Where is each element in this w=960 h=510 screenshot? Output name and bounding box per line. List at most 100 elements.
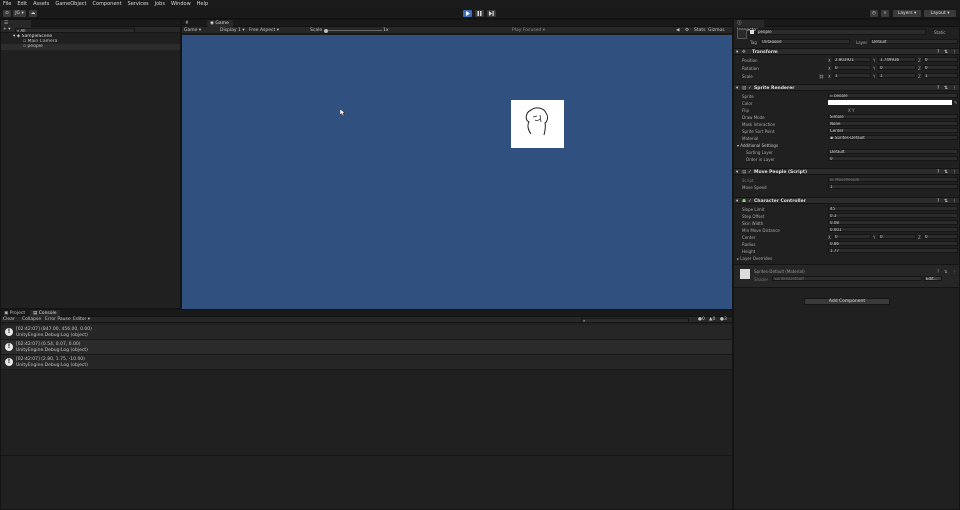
sprite-field[interactable]: ▫ people (828, 93, 958, 98)
mask-interaction-dropdown[interactable]: None (828, 121, 958, 126)
shader-edit-button[interactable]: Edit... (924, 276, 942, 281)
more-icon[interactable]: ⋮ (952, 169, 957, 176)
more-icon[interactable]: ⋮ (952, 49, 957, 56)
additional-settings-foldout[interactable]: ▾ Additional Settings (737, 143, 778, 148)
eyedropper-icon[interactable]: ✎ (954, 100, 957, 105)
pause-button[interactable] (475, 10, 484, 17)
center-x-field[interactable]: 0 (833, 234, 871, 239)
hierarchy-item-people[interactable]: ▫ people (1, 44, 180, 50)
hierarchy-add-button[interactable]: + ▾ (3, 27, 10, 33)
active-checkbox[interactable] (750, 30, 754, 34)
move-people-header[interactable]: ▾ ▤ ✓ Move People (Script) ? ⇅ ⋮ (734, 168, 959, 175)
history-button[interactable]: ◷ (870, 10, 878, 17)
more-icon[interactable]: ⋮ (952, 269, 956, 274)
enabled-checkbox[interactable]: ✓ (748, 85, 752, 92)
rotation-z-field[interactable]: 0 (923, 65, 958, 70)
layer-overrides-foldout[interactable]: ▸ Layer Overrides (737, 256, 772, 261)
material-field[interactable]: ◉ Sprites-Default (828, 135, 958, 140)
game-mode-dropdown[interactable]: Game ▾ (184, 27, 201, 34)
warning-count[interactable]: ▲0 (709, 317, 715, 323)
sorting-layer-dropdown[interactable]: Default (828, 149, 958, 154)
tab-scene[interactable]: # Scene (182, 20, 206, 33)
help-icon[interactable]: ? (937, 198, 939, 205)
layout-dropdown[interactable]: Layout ▾ (924, 10, 956, 17)
position-x-field[interactable]: 2.803921 (833, 57, 871, 62)
scale-slider[interactable] (324, 30, 382, 31)
settings-icon[interactable]: ⚙ (685, 27, 689, 34)
gizmos-dropdown[interactable]: Gizmos (708, 27, 725, 34)
preset-icon[interactable]: ⇅ (944, 85, 948, 92)
mute-audio-icon[interactable]: ◀ (676, 27, 679, 34)
shader-dropdown[interactable]: Sprites/Default (772, 276, 922, 281)
slope-limit-field[interactable]: 45 (828, 206, 958, 211)
height-field[interactable]: 1.77 (828, 248, 958, 253)
step-offset-field[interactable]: 0.3 (828, 213, 958, 218)
console-splitter[interactable] (1, 455, 732, 456)
step-button[interactable] (487, 10, 496, 17)
play-button[interactable] (463, 10, 472, 17)
menu-services[interactable]: Services (128, 1, 149, 7)
help-icon[interactable]: ? (937, 269, 939, 274)
log-entry[interactable]: ! [02:42:07] (847.00, 456.00, 0.00) Unit… (1, 325, 732, 340)
center-z-field[interactable]: 0 (923, 234, 958, 239)
menu-edit[interactable]: Edit (17, 1, 27, 7)
draw-mode-dropdown[interactable]: Simple (828, 114, 958, 119)
error-pause-button[interactable]: Error Pause (45, 317, 71, 323)
min-move-distance-field[interactable]: 0.001 (828, 227, 958, 232)
constrain-proportions-icon[interactable]: ⛓ (819, 74, 824, 79)
enabled-checkbox[interactable]: ✓ (748, 198, 752, 205)
tab-inspector[interactable]: ⓘ Inspector (734, 20, 764, 33)
help-icon[interactable]: ? (937, 169, 939, 176)
preset-icon[interactable]: ⇅ (944, 198, 948, 205)
layer-dropdown[interactable]: Default (870, 39, 958, 44)
position-y-field[interactable]: 1.749936 (878, 57, 916, 62)
scale-slider-handle[interactable] (324, 28, 328, 33)
play-focused-dropdown[interactable]: Play Focused ▾ (512, 27, 545, 34)
order-in-layer-field[interactable]: 0 (828, 156, 958, 161)
collapse-button[interactable]: Collapse (22, 317, 41, 323)
position-z-field[interactable]: 0 (923, 57, 958, 62)
log-count[interactable]: ●3 (720, 317, 727, 323)
flip-toggles[interactable]: X Y (848, 108, 854, 113)
display-dropdown[interactable]: Display 1 ▾ (220, 27, 245, 34)
transform-header[interactable]: ▾ ✥ Transform ? ⇅ ⋮ (734, 48, 959, 55)
menu-assets[interactable]: Assets (33, 1, 49, 7)
stats-button[interactable]: Stats (694, 27, 706, 34)
rotation-y-field[interactable]: 0 (878, 65, 916, 70)
menu-window[interactable]: Window (171, 1, 191, 7)
skin-width-field[interactable]: 0.08 (828, 220, 958, 225)
menu-jobs[interactable]: Jobs (155, 1, 165, 7)
preset-icon[interactable]: ⇅ (944, 49, 948, 56)
layers-dropdown[interactable]: Layers ▾ (893, 10, 921, 17)
add-component-button[interactable]: Add Component (804, 298, 890, 305)
collab-button[interactable]: JG ▾ (13, 10, 26, 17)
move-speed-field[interactable]: 1 (828, 184, 958, 189)
radius-field[interactable]: 0.86 (828, 241, 958, 246)
aspect-dropdown[interactable]: Free Aspect ▾ (249, 27, 279, 34)
sprite-renderer-header[interactable]: ▾ ▧ ✓ Sprite Renderer ? ⇅ ⋮ (734, 84, 959, 91)
rotation-x-field[interactable]: 0 (833, 65, 871, 70)
help-icon[interactable]: ? (937, 49, 939, 56)
console-search-input[interactable]: ⌕ (581, 317, 689, 323)
menu-help[interactable]: Help (197, 1, 208, 7)
more-icon[interactable]: ⋮ (952, 198, 957, 205)
log-entry[interactable]: ! [02:42:07] (0.54, 0.07, 0.00) UnityEng… (1, 340, 732, 355)
more-icon[interactable]: ⋮ (952, 85, 957, 92)
scale-x-field[interactable]: 1 (833, 73, 871, 78)
error-count[interactable]: ●0 (698, 317, 705, 323)
account-button[interactable]: ⊙ (3, 10, 11, 17)
enabled-checkbox[interactable]: ✓ (748, 169, 752, 176)
tab-hierarchy[interactable]: ☰ Hierarchy (1, 20, 31, 33)
hierarchy-search-input[interactable]: ⌕ All (15, 27, 135, 33)
game-view[interactable] (182, 35, 732, 309)
cloud-button[interactable]: ☁ (29, 10, 37, 17)
log-entry[interactable]: ! [02:42:07] (2.80, 1.75, -10.00) UnityE… (1, 355, 732, 370)
static-toggle[interactable]: Static (934, 30, 945, 35)
menu-gameobject[interactable]: GameObject (55, 1, 86, 7)
scale-y-field[interactable]: 1 (878, 73, 916, 78)
color-swatch[interactable] (828, 100, 952, 105)
menu-file[interactable]: File (3, 1, 11, 7)
preset-icon[interactable]: ⇅ (944, 169, 948, 176)
object-name-field[interactable]: people (756, 29, 926, 35)
tab-project[interactable]: ▣ Project (1, 310, 29, 317)
